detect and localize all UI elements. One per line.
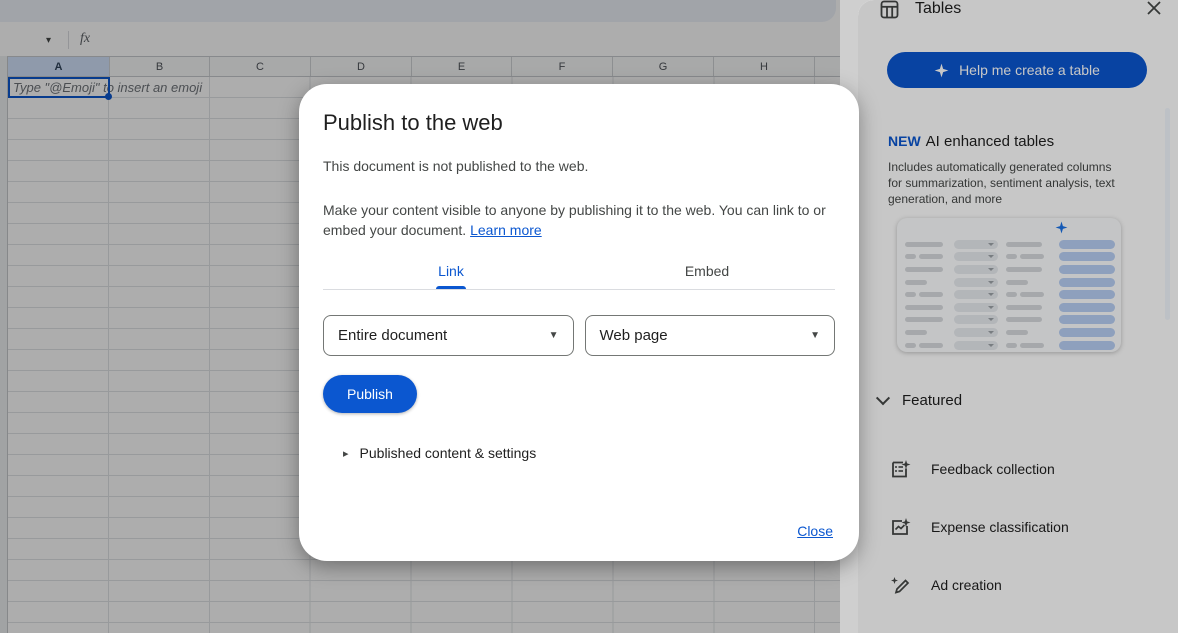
publish-status-text: This document is not published to the we… xyxy=(323,158,835,174)
disclosure-triangle-icon: ▸ xyxy=(343,447,349,460)
chevron-down-icon: ▼ xyxy=(810,330,820,341)
published-content-settings-toggle[interactable]: ▸ Published content & settings xyxy=(323,445,835,461)
publish-to-web-dialog: Publish to the web This document is not … xyxy=(299,84,859,561)
dialog-tabs: Link Embed xyxy=(323,252,835,290)
publish-button[interactable]: Publish xyxy=(323,375,417,413)
tables-panel: Tables Help me create a table NEWAI enha… xyxy=(858,0,1178,633)
format-dropdown[interactable]: Web page ▼ xyxy=(585,315,836,356)
learn-more-link[interactable]: Learn more xyxy=(470,222,542,238)
app-window: ↺ ↻ 100% ▾ $ % .0← .00→ 123 Defaul... ▾ … xyxy=(0,0,1178,633)
publish-options: Entire document ▼ Web page ▼ xyxy=(323,315,835,356)
close-dialog-link[interactable]: Close xyxy=(797,523,833,539)
scope-dropdown[interactable]: Entire document ▼ xyxy=(323,315,574,356)
chevron-down-icon: ▼ xyxy=(549,330,559,341)
tab-embed[interactable]: Embed xyxy=(579,252,835,289)
panel-scrim xyxy=(858,0,1178,633)
dialog-description: Make your content visible to anyone by p… xyxy=(323,200,828,240)
dialog-title: Publish to the web xyxy=(323,110,835,136)
tab-link[interactable]: Link xyxy=(323,252,579,289)
panel-scrollbar[interactable] xyxy=(1165,108,1170,320)
